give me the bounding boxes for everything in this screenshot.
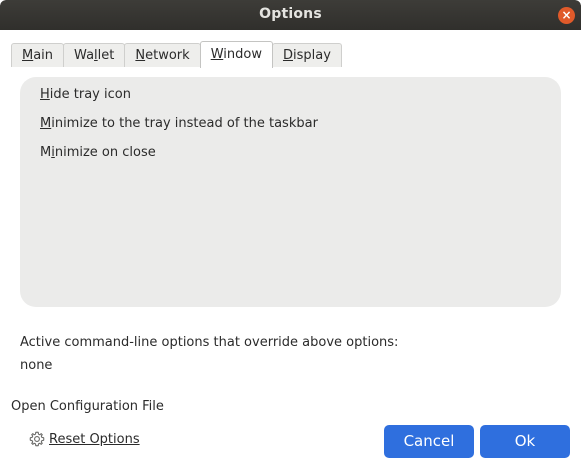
tab-main[interactable]: Main [11, 43, 65, 67]
hide-tray-icon-checkbox[interactable]: Hide tray icon [40, 87, 131, 102]
window-options-panel: Hide tray icon Minimize to the tray inst… [20, 77, 561, 307]
minimize-on-close-label: nimize on close [54, 145, 156, 160]
tab-network[interactable]: Network [124, 43, 201, 67]
close-icon[interactable]: × [558, 7, 575, 24]
cmdline-options-value: none [20, 358, 53, 373]
tab-main-accel: M [22, 48, 34, 63]
hide-tray-icon-accel: H [40, 87, 50, 102]
tab-bar: Main Wallet Network Window Display [11, 41, 342, 68]
minimize-on-close-pre: M [40, 145, 52, 160]
hide-tray-icon-label: ide tray icon [49, 87, 131, 102]
options-dialog: Options × Main Wallet Network Window Dis… [0, 0, 581, 470]
tab-wallet-pre: Wa [74, 48, 95, 63]
minimize-to-tray-accel: M [40, 116, 52, 131]
minimize-to-tray-label: inimize to the tray instead of the taskb… [51, 116, 318, 131]
cmdline-options-label: Active command-line options that overrid… [20, 335, 399, 350]
reset-options-label: Reset Options [49, 431, 140, 447]
tab-window-rest: indow [223, 47, 262, 62]
tab-window[interactable]: Window [199, 41, 273, 68]
open-config-file-button[interactable]: Open Configuration File [11, 399, 164, 414]
tab-window-accel: W [210, 47, 224, 62]
tab-wallet-rest: let [97, 48, 115, 63]
tab-main-rest: ain [33, 48, 54, 63]
minimize-to-tray-checkbox[interactable]: Minimize to the tray instead of the task… [40, 116, 318, 131]
tab-wallet[interactable]: Wallet [63, 43, 126, 67]
gear-icon [29, 431, 45, 447]
tab-display-rest: isplay [292, 48, 331, 63]
reset-options-button[interactable]: Reset Options [29, 431, 140, 447]
titlebar: Options × [0, 0, 581, 30]
tab-network-rest: etwork [145, 48, 190, 63]
tab-display[interactable]: Display [271, 43, 342, 67]
ok-button[interactable]: Ok [480, 425, 570, 458]
cancel-button[interactable]: Cancel [384, 425, 474, 458]
window-title: Options [259, 6, 322, 22]
tab-network-accel: N [135, 48, 146, 63]
minimize-on-close-checkbox[interactable]: Minimize on close [40, 145, 156, 160]
tab-display-accel: D [282, 48, 293, 63]
